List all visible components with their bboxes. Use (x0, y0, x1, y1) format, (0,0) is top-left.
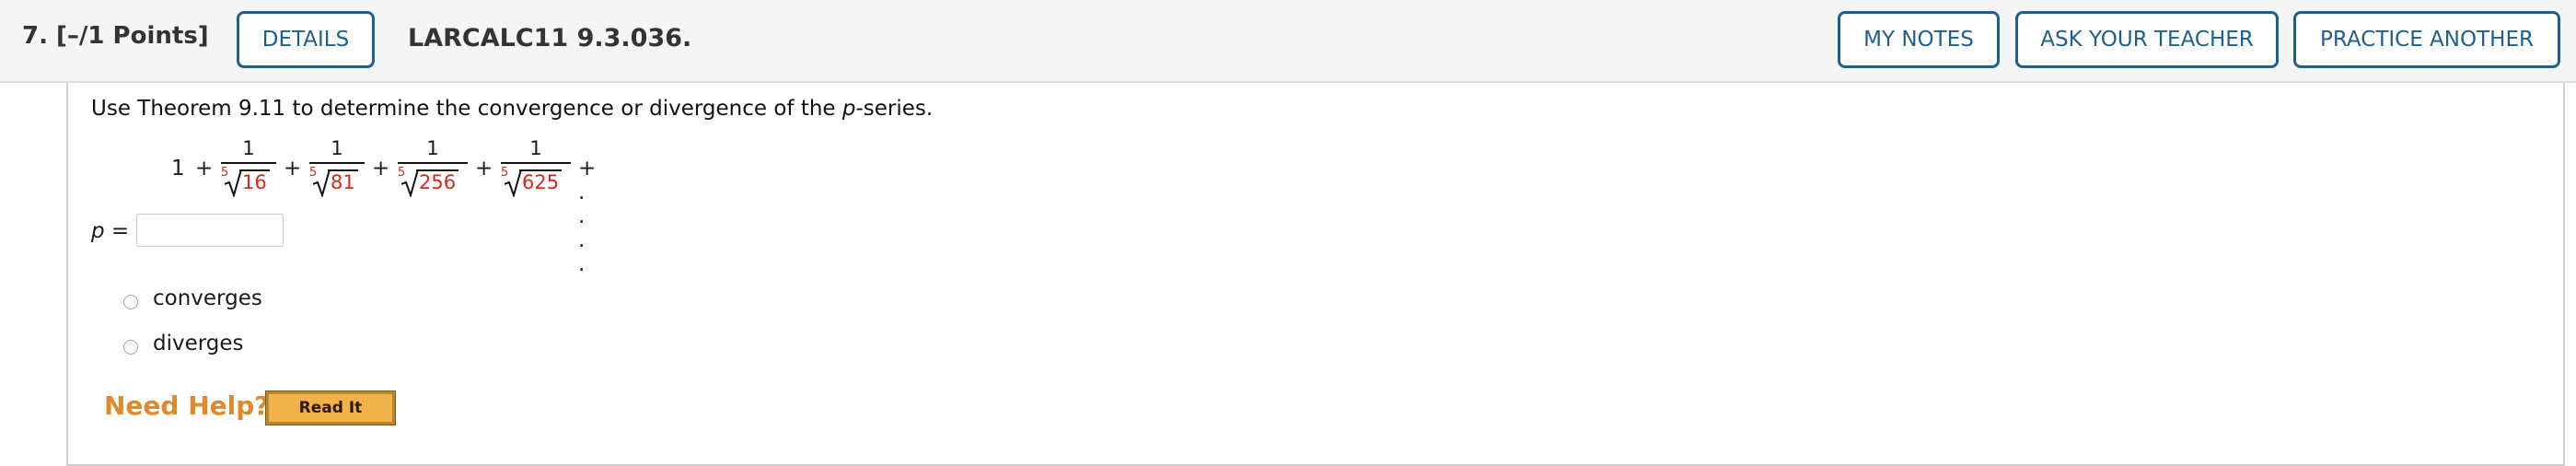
details-button[interactable]: DETAILS (237, 11, 375, 68)
series-plus: + (195, 157, 214, 181)
fraction-bar (398, 162, 468, 164)
prompt-text-start: Use Theorem 9.11 to determine the conver… (91, 97, 842, 121)
read-it-button[interactable]: Read It (265, 390, 396, 425)
p-value-input[interactable] (136, 214, 284, 247)
series-continuation: + . . . . (578, 157, 597, 276)
radicand: 16 (239, 169, 270, 193)
prompt-text-end: -series. (855, 97, 934, 121)
series-plus: + (475, 157, 493, 181)
fraction-bar (221, 162, 276, 164)
p-label: p = (91, 219, 129, 243)
series-plus: + (372, 157, 390, 181)
series-plus: + (284, 157, 302, 181)
practice-another-button[interactable]: PRACTICE ANOTHER (2293, 11, 2560, 68)
points-label: [–/1 Points] (56, 22, 209, 50)
need-help-label: Need Help? (104, 390, 270, 421)
p-label-variable: p (91, 219, 105, 243)
question-header: 7. [–/1 Points] DETAILS LARCALC11 9.3.03… (0, 0, 2576, 83)
radicand: 256 (416, 169, 459, 193)
series-term-fraction: 1 5 81 (309, 136, 365, 197)
question-reference: LARCALC11 9.3.036. (408, 24, 692, 52)
fraction-denominator: 5 625 (501, 166, 571, 197)
radicand: 81 (328, 169, 358, 193)
diverges-radio[interactable] (123, 340, 138, 355)
fraction-numerator: 1 (331, 137, 343, 159)
series-term-fraction: 1 5 256 (398, 136, 468, 197)
question-prompt: Use Theorem 9.11 to determine the conver… (91, 97, 933, 121)
question-number-text: 7. (22, 22, 48, 50)
my-notes-button[interactable]: MY NOTES (1838, 11, 2000, 68)
series-term-fraction: 1 5 16 (221, 136, 276, 197)
series-first-term: 1 (171, 157, 185, 181)
prompt-variable: p (841, 97, 856, 121)
question-number: 7. [–/1 Points] (22, 22, 209, 50)
fraction-denominator: 5 256 (398, 166, 468, 197)
fraction-denominator: 5 81 (309, 166, 365, 197)
ask-teacher-button[interactable]: ASK YOUR TEACHER (2015, 11, 2279, 68)
fraction-bar (501, 162, 571, 164)
fraction-numerator: 1 (529, 137, 542, 159)
fraction-numerator: 1 (242, 137, 255, 159)
radicand: 625 (519, 169, 563, 193)
series-term-fraction: 1 5 625 (501, 136, 571, 197)
diverges-label[interactable]: diverges (153, 332, 244, 355)
fraction-bar (309, 162, 365, 164)
p-label-equals: = (104, 219, 130, 243)
fraction-numerator: 1 (426, 137, 439, 159)
converges-radio[interactable] (123, 295, 138, 309)
converges-label[interactable]: converges (153, 286, 262, 310)
fraction-denominator: 5 16 (221, 166, 276, 197)
